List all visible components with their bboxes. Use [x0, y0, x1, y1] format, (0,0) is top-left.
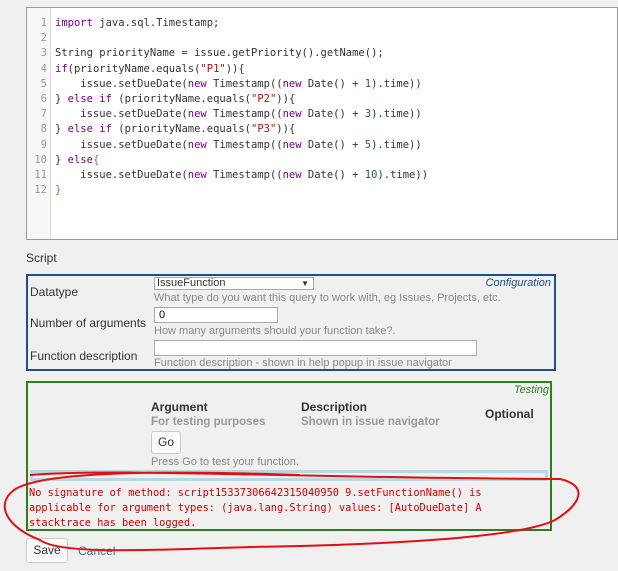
red-annotation-ellipse [3, 471, 580, 552]
